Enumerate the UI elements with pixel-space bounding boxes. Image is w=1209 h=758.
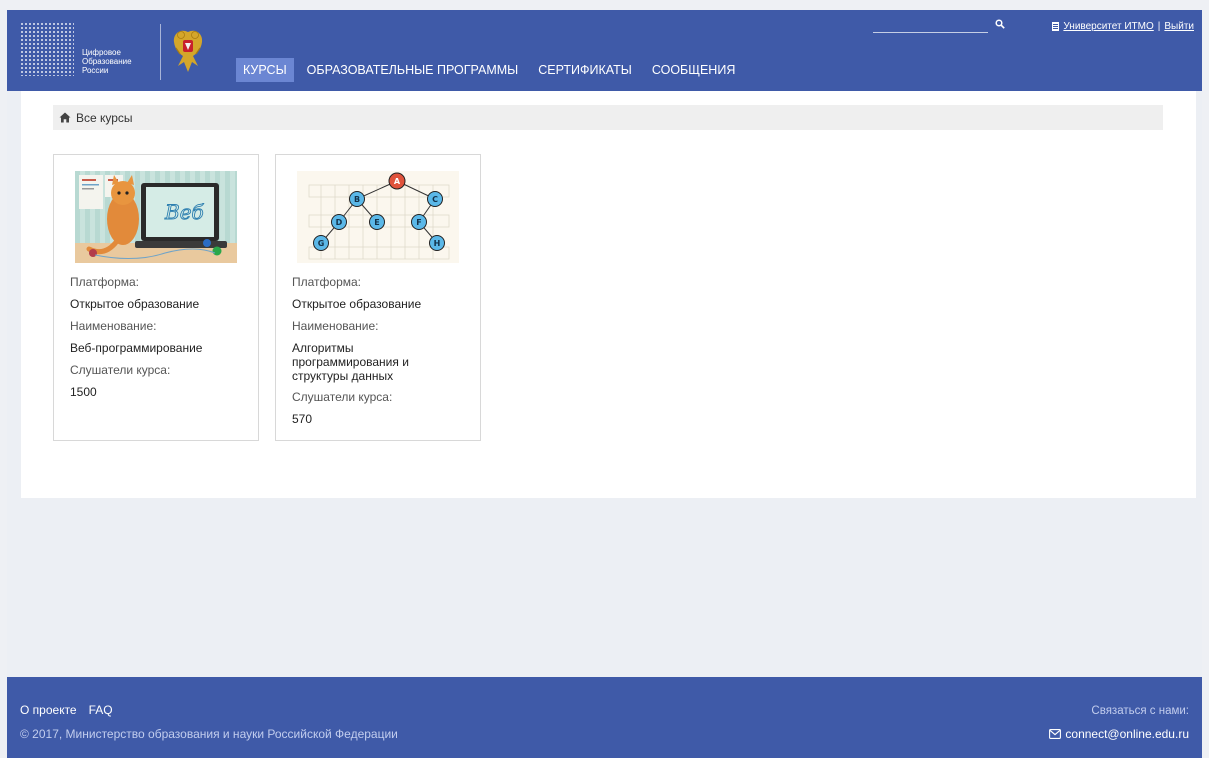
- logo-line: России: [82, 66, 109, 75]
- course-card[interactable]: Веб Платформа: Открытое образование Наим…: [53, 154, 259, 441]
- about-link[interactable]: О проекте: [20, 703, 77, 717]
- faq-link[interactable]: FAQ: [89, 703, 113, 717]
- logo-text: Цифровое Образование России: [82, 48, 132, 75]
- footer-links: О проекте FAQ: [20, 703, 125, 717]
- course-name[interactable]: Алгоритмы программирования и структуры д…: [292, 341, 427, 383]
- name-label: Наименование:: [292, 319, 379, 333]
- logo-line: Образование: [82, 57, 132, 66]
- tree-node-h: H: [434, 239, 441, 248]
- search-icon[interactable]: [995, 19, 1005, 29]
- course-name[interactable]: Веб-программирование: [70, 341, 250, 355]
- logout-link[interactable]: Выйти: [1164, 21, 1194, 32]
- tree-node-g: G: [318, 239, 325, 248]
- tree-node-e: E: [374, 218, 379, 227]
- logo-line: Цифровое: [82, 48, 121, 57]
- listeners-label: Слушатели курса:: [70, 363, 171, 377]
- listeners-label: Слушатели курса:: [292, 390, 393, 404]
- envelope-icon: [1049, 729, 1062, 739]
- listeners-count: 1500: [70, 385, 97, 399]
- card-details: Платформа: Открытое образование Наименов…: [292, 275, 472, 434]
- platform-value: Открытое образование: [292, 297, 422, 311]
- breadcrumb: Все курсы: [53, 105, 1163, 130]
- search-input[interactable]: [873, 32, 988, 33]
- course-card[interactable]: A B C D E F G H Платформа: Открытое обра…: [275, 154, 481, 441]
- main-nav: КУРСЫ ОБРАЗОВАТЕЛЬНЫЕ ПРОГРАММЫ СЕРТИФИК…: [236, 58, 748, 82]
- page-frame: Цифровое Образование России КУРСЫ ОБРАЗО…: [7, 10, 1202, 758]
- site-footer: О проекте FAQ © 2017, Министерство образ…: [7, 677, 1202, 758]
- tree-node-d: D: [336, 218, 343, 227]
- digital-education-logo[interactable]: [20, 22, 74, 76]
- platform-label: Платформа:: [70, 275, 140, 289]
- nav-programs[interactable]: ОБРАЗОВАТЕЛЬНЫЕ ПРОГРАММЫ: [300, 58, 526, 82]
- link-separator: |: [1157, 21, 1161, 32]
- contact-email[interactable]: connect@online.edu.ru: [1049, 727, 1189, 741]
- image-caption: Веб: [164, 200, 205, 224]
- home-icon: [59, 112, 71, 123]
- course-image-algorithms[interactable]: A B C D E F G H: [297, 171, 459, 263]
- platform-value: Открытое образование: [70, 297, 200, 311]
- university-link[interactable]: Университет ИТМО: [1063, 21, 1153, 32]
- nav-certificates[interactable]: СЕРТИФИКАТЫ: [531, 58, 639, 82]
- breadcrumb-all-courses[interactable]: Все курсы: [76, 111, 133, 125]
- building-icon: [1052, 22, 1060, 31]
- platform-label: Платформа:: [292, 275, 362, 289]
- course-image-web[interactable]: Веб: [75, 171, 237, 263]
- listeners-count: 570: [292, 412, 313, 426]
- contact-label: Связаться с нами:: [1091, 705, 1189, 717]
- tree-node-a: A: [394, 177, 401, 186]
- copyright: © 2017, Министерство образования и науки…: [20, 727, 398, 741]
- nav-messages[interactable]: СООБЩЕНИЯ: [645, 58, 743, 82]
- coat-of-arms-icon: [173, 30, 203, 73]
- content-panel: Все курсы Веб Платформа: Открытое образо…: [21, 91, 1196, 498]
- user-links: Университет ИТМО | Выйти: [1052, 21, 1194, 32]
- name-label: Наименование:: [70, 319, 157, 333]
- card-details: Платформа: Открытое образование Наименов…: [70, 275, 250, 407]
- tree-node-c: C: [432, 195, 438, 204]
- tree-node-b: B: [354, 195, 360, 204]
- email-text[interactable]: connect@online.edu.ru: [1065, 727, 1189, 741]
- site-header: Цифровое Образование России КУРСЫ ОБРАЗО…: [7, 10, 1202, 91]
- nav-courses[interactable]: КУРСЫ: [236, 58, 294, 82]
- logo-divider: [160, 24, 161, 80]
- tree-node-f: F: [416, 218, 421, 227]
